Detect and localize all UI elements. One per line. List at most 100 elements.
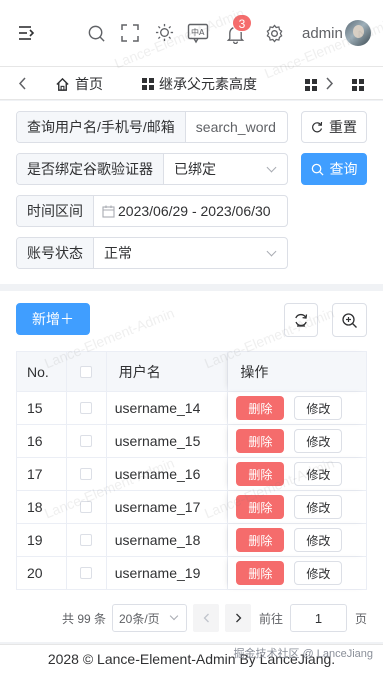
row-checkbox[interactable]: [80, 402, 93, 414]
zoom-search-icon: [342, 312, 357, 328]
admin-username[interactable]: admin: [302, 25, 343, 42]
account-status-label: 账号状态: [17, 238, 94, 268]
select-all-cell: [67, 352, 107, 391]
tag-inherit-height[interactable]: 继承父元素高度: [142, 74, 257, 94]
grid-icon[interactable]: [305, 79, 317, 91]
fullscreen-icon[interactable]: [121, 24, 139, 42]
page-size-value: 20条/页: [119, 611, 160, 626]
row-checkbox[interactable]: [80, 435, 93, 447]
translate-icon[interactable]: 中A: [187, 22, 209, 44]
chevron-down-icon: [169, 611, 179, 621]
row-select-cell: [67, 425, 107, 457]
time-range-input[interactable]: 2023/06/29 - 2023/06/30: [94, 196, 287, 226]
google-auth-select[interactable]: 是否绑定谷歌验证器 已绑定: [16, 153, 288, 185]
row-number: 20: [17, 557, 67, 589]
delete-button[interactable]: 删除: [236, 429, 285, 453]
delete-button[interactable]: 删除: [236, 495, 285, 519]
edit-button[interactable]: 修改: [294, 396, 343, 420]
row-username: username_17: [107, 491, 229, 523]
footer: 2028 © Lance-Element-Admin By LanceJiang…: [0, 644, 383, 673]
tag-home[interactable]: 首页: [55, 74, 103, 94]
row-actions: 删除 修改: [228, 524, 367, 556]
keyword-input[interactable]: search_word: [186, 112, 287, 142]
table-row: 20 username_19 删除 修改: [17, 557, 367, 590]
column-settings-button[interactable]: [332, 303, 367, 337]
next-page-button[interactable]: [225, 604, 251, 632]
tags-view-bar: 首页 继承父元素高度: [0, 66, 383, 100]
table-row: 19 username_18 删除 修改: [17, 524, 367, 557]
column-header-no: No.: [17, 352, 67, 391]
table-card: 新增＋ No. 用户名 操作 15 username_14 删除 修改 16 userna…: [0, 291, 383, 642]
google-auth-label: 是否绑定谷歌验证器: [17, 154, 164, 184]
chevron-left-icon: [203, 613, 209, 623]
table-header-row: No. 用户名 操作: [17, 352, 367, 392]
calendar-icon: [102, 205, 115, 218]
source-watermark: 掘金技术社区 @ LanceJiang: [233, 648, 373, 660]
page-size-select[interactable]: 20条/页: [112, 604, 187, 632]
prev-page-button[interactable]: [193, 604, 219, 632]
chevron-right-icon[interactable]: [324, 77, 334, 90]
query-label: 查询: [329, 161, 358, 177]
row-checkbox[interactable]: [80, 534, 93, 546]
delete-button[interactable]: 删除: [236, 528, 285, 552]
row-checkbox[interactable]: [80, 501, 93, 513]
tags-menu-icon[interactable]: [352, 79, 364, 91]
select-all-checkbox[interactable]: [80, 365, 93, 378]
row-select-cell: [67, 491, 107, 523]
notification-badge: 3: [232, 14, 252, 32]
reset-label: 重置: [329, 119, 357, 135]
row-username: username_18: [107, 524, 229, 556]
search-icon[interactable]: [87, 24, 106, 43]
table-row: 17 username_16 删除 修改: [17, 458, 367, 491]
edit-button[interactable]: 修改: [294, 462, 343, 486]
reset-button[interactable]: 重置: [301, 111, 367, 143]
add-button[interactable]: 新增＋: [16, 303, 90, 335]
row-number: 18: [17, 491, 67, 523]
query-button[interactable]: 查询: [301, 153, 367, 185]
row-select-cell: [67, 524, 107, 556]
account-status-select[interactable]: 账号状态 正常: [16, 237, 288, 269]
edit-button[interactable]: 修改: [294, 495, 343, 519]
edit-button[interactable]: 修改: [294, 528, 343, 552]
keyword-label: 查询用户名/手机号/邮箱: [17, 112, 186, 142]
row-actions: 删除 修改: [228, 557, 367, 589]
gear-icon[interactable]: [265, 24, 284, 43]
account-status-value[interactable]: 正常: [94, 238, 287, 268]
goto-page-input[interactable]: 1: [290, 604, 347, 632]
keyword-field[interactable]: 查询用户名/手机号/邮箱 search_word: [16, 111, 288, 143]
time-range-field[interactable]: 时间区间 2023/06/29 - 2023/06/30: [16, 195, 288, 227]
row-number: 19: [17, 524, 67, 556]
edit-button[interactable]: 修改: [294, 561, 343, 585]
menu-fold-icon[interactable]: [18, 23, 36, 43]
top-header: 中A 3 admin: [0, 0, 383, 66]
row-number: 17: [17, 458, 67, 490]
avatar[interactable]: [345, 20, 371, 46]
edit-button[interactable]: 修改: [294, 429, 343, 453]
row-number: 15: [17, 392, 67, 424]
chevron-left-icon[interactable]: [18, 77, 28, 90]
delete-button[interactable]: 删除: [236, 396, 285, 420]
time-range-label: 时间区间: [17, 196, 94, 226]
row-number: 16: [17, 425, 67, 457]
row-checkbox[interactable]: [80, 468, 93, 480]
row-checkbox[interactable]: [80, 567, 93, 579]
tag-inherit-height-label: 继承父元素高度: [159, 76, 257, 92]
delete-button[interactable]: 删除: [236, 561, 285, 585]
row-username: username_15: [107, 425, 229, 457]
sun-icon[interactable]: [155, 23, 174, 42]
page-suffix: 页: [355, 611, 368, 626]
user-table: No. 用户名 操作 15 username_14 删除 修改 16 username_1…: [16, 351, 367, 590]
column-header-actions: 操作: [228, 352, 367, 391]
refresh-table-button[interactable]: [284, 303, 318, 337]
row-select-cell: [67, 458, 107, 490]
pagination: 共 99 条 20条/页 前往 1 页: [0, 604, 383, 632]
row-username: username_16: [107, 458, 229, 490]
row-username: username_14: [107, 392, 229, 424]
delete-button[interactable]: 删除: [236, 462, 285, 486]
table-row: 15 username_14 删除 修改: [17, 392, 367, 425]
table-row: 18 username_17 删除 修改: [17, 491, 367, 524]
row-actions: 删除 修改: [228, 392, 367, 424]
row-actions: 删除 修改: [228, 491, 367, 523]
tag-home-label: 首页: [75, 76, 103, 92]
row-username: username_19: [107, 557, 229, 589]
